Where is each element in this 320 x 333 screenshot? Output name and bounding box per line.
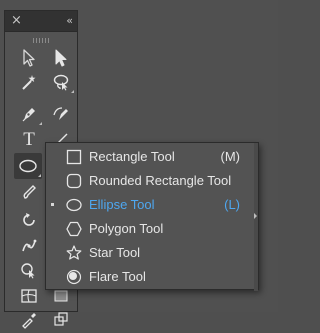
flyout-item-flare-tool[interactable]: Flare Tool [46, 265, 258, 289]
flyout-item-shortcut: (M) [220, 149, 241, 164]
magic-wand-tool[interactable] [15, 69, 43, 95]
flyout-item-rectangle-tool[interactable]: Rectangle Tool (M) [46, 145, 258, 169]
curvature-tool[interactable] [47, 101, 75, 127]
type-icon: T [23, 129, 35, 150]
pen-icon [22, 108, 35, 122]
pen-tool[interactable] [15, 101, 43, 127]
star-icon [66, 245, 82, 260]
direct-selection-tool[interactable] [47, 45, 75, 71]
flyout-item-label: Polygon Tool [89, 221, 164, 236]
blend-tool[interactable] [47, 307, 75, 333]
rotate-tool[interactable] [15, 207, 43, 233]
flyout-item-ellipse-tool[interactable]: Ellipse Tool (L) [46, 193, 258, 217]
flyout-item-rounded-rectangle-tool[interactable]: Rounded Rectangle Tool [46, 169, 258, 193]
more-tools-indicator [38, 174, 41, 177]
flyout-item-label: Rectangle Tool [89, 149, 175, 164]
polygon-icon [66, 221, 82, 237]
flyout-item-star-tool[interactable]: Star Tool [46, 241, 258, 265]
magic-wand-icon [22, 75, 36, 90]
ellipse-icon [19, 159, 37, 173]
direct-selection-arrow-icon [55, 49, 67, 67]
flyout-item-label: Ellipse Tool [89, 197, 155, 212]
eyedropper-icon [22, 313, 36, 329]
flyout-item-shortcut: (L) [224, 197, 240, 212]
flyout-item-label: Flare Tool [89, 269, 146, 284]
flare-icon [66, 269, 82, 285]
mesh-icon [21, 289, 37, 303]
shape-builder-icon [21, 263, 35, 279]
flyout-item-label: Rounded Rectangle Tool [89, 173, 232, 188]
lasso-tool[interactable] [47, 69, 75, 95]
shape-builder-tool[interactable] [15, 257, 43, 283]
selection-arrow-icon [23, 49, 35, 67]
flyout-item-polygon-tool[interactable]: Polygon Tool [46, 217, 258, 241]
tearoff-bar[interactable] [254, 143, 258, 291]
puppet-warp-icon [22, 239, 37, 252]
rounded-rectangle-icon [66, 173, 82, 189]
panel-grip-handle[interactable] [33, 38, 49, 43]
shape-tools-flyout: Rectangle Tool (M) Rounded Rectangle Too… [45, 142, 259, 291]
lasso-icon [53, 74, 69, 91]
current-tool-bullet [51, 203, 54, 206]
paintbrush-tool[interactable] [15, 179, 43, 205]
rectangle-icon [66, 149, 82, 165]
more-tools-indicator [39, 122, 42, 125]
flyout-item-label: Star Tool [89, 245, 141, 260]
eyedropper-tool[interactable] [15, 307, 43, 333]
rotate-icon [23, 213, 35, 226]
more-tools-indicator [71, 90, 74, 93]
ellipse-icon [66, 198, 82, 212]
collapse-panel-button[interactable]: ‹‹ [66, 13, 73, 29]
puppet-warp-tool[interactable] [15, 233, 43, 259]
mesh-tool[interactable] [15, 283, 43, 309]
curvature-pen-icon [53, 107, 68, 120]
blend-icon [54, 312, 68, 326]
tools-panel-header[interactable]: × ‹‹ [5, 11, 77, 32]
type-tool[interactable]: T [15, 127, 43, 153]
close-panel-button[interactable]: × [11, 13, 22, 29]
ellipse-tool[interactable] [14, 153, 42, 179]
paintbrush-icon [23, 185, 36, 199]
selection-tool[interactable] [15, 45, 43, 71]
